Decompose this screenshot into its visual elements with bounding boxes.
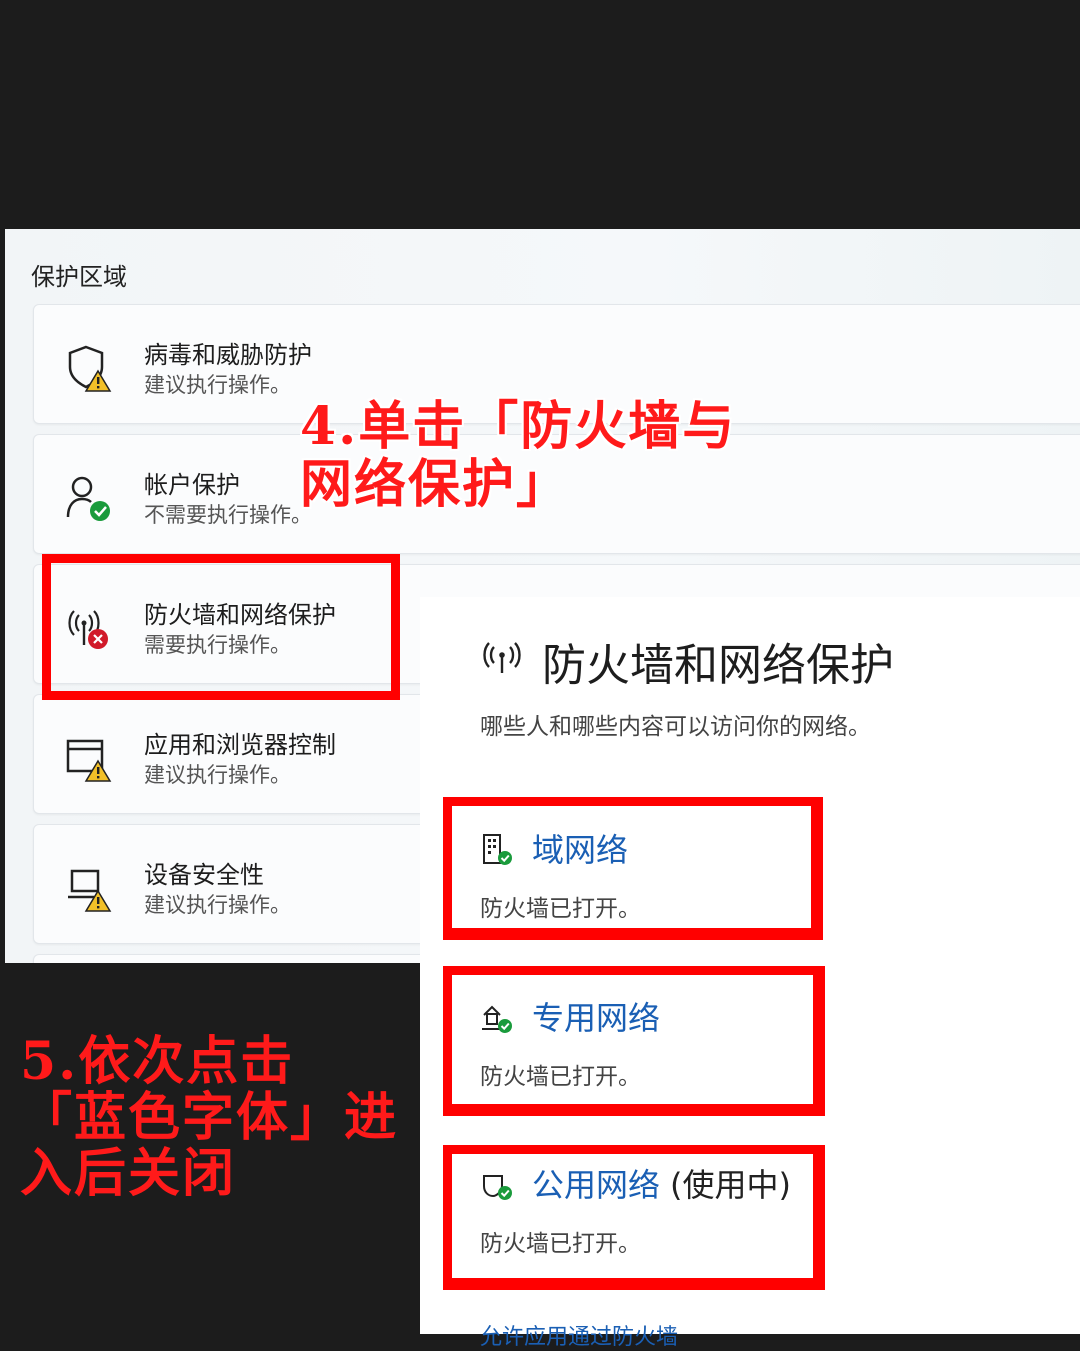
wifi-error-icon: [64, 603, 114, 653]
in-use-tag: (使用中): [670, 1166, 791, 1204]
browser-warning-icon: [64, 733, 114, 783]
firewall-title: 防火墙和网络保护: [542, 640, 894, 691]
network-status: 防火墙已打开。: [480, 1064, 641, 1090]
network-domain[interactable]: 域网络 防火墙已打开。: [480, 817, 1060, 927]
card-title: 设备安全性: [144, 861, 264, 889]
card-status: 需要执行操作。: [144, 633, 291, 657]
card-title: 应用和浏览器控制: [144, 731, 336, 759]
card-status: 建议执行操作。: [144, 893, 291, 917]
card-status: 建议执行操作。: [144, 763, 291, 787]
top-dark-area: [0, 0, 1080, 229]
shield-warning-icon: [64, 343, 114, 393]
network-status: 防火墙已打开。: [480, 1231, 641, 1257]
public-network-link[interactable]: 公用网络 (使用中): [532, 1160, 791, 1206]
allow-app-link[interactable]: 允许应用通过防火墙: [480, 1319, 678, 1351]
account-ok-icon: [64, 473, 114, 523]
section-title: 保护区域: [31, 263, 127, 291]
network-public[interactable]: 公用网络 (使用中) 防火墙已打开。: [480, 1152, 1060, 1262]
firewall-detail-panel: 防火墙和网络保护 哪些人和哪些内容可以访问你的网络。 域网络 防火墙已打开。 专…: [420, 597, 1080, 1350]
domain-network-link[interactable]: 域网络: [532, 825, 628, 871]
network-status: 防火墙已打开。: [480, 896, 641, 922]
annotation-step5: 5.依次点击「蓝色字体」进入后关闭: [20, 1031, 399, 1204]
public-network-icon: [480, 1168, 514, 1202]
domain-network-icon: [480, 833, 514, 867]
card-title: 病毒和威胁防护: [144, 341, 312, 369]
firewall-description: 哪些人和哪些内容可以访问你的网络。: [480, 714, 871, 740]
private-network-link[interactable]: 专用网络: [532, 993, 660, 1039]
network-private[interactable]: 专用网络 防火墙已打开。: [480, 985, 1060, 1095]
private-network-icon: [480, 1001, 514, 1035]
card-status: 建议执行操作。: [144, 373, 291, 397]
annotation-step4: 4.单击「防火墙与网络保护」: [300, 396, 737, 515]
card-title: 帐户保护: [144, 471, 240, 499]
wifi-antenna-icon: [480, 639, 524, 675]
card-status: 不需要执行操作。: [144, 503, 312, 527]
card-title: 防火墙和网络保护: [144, 601, 336, 629]
device-warning-icon: [64, 863, 114, 913]
